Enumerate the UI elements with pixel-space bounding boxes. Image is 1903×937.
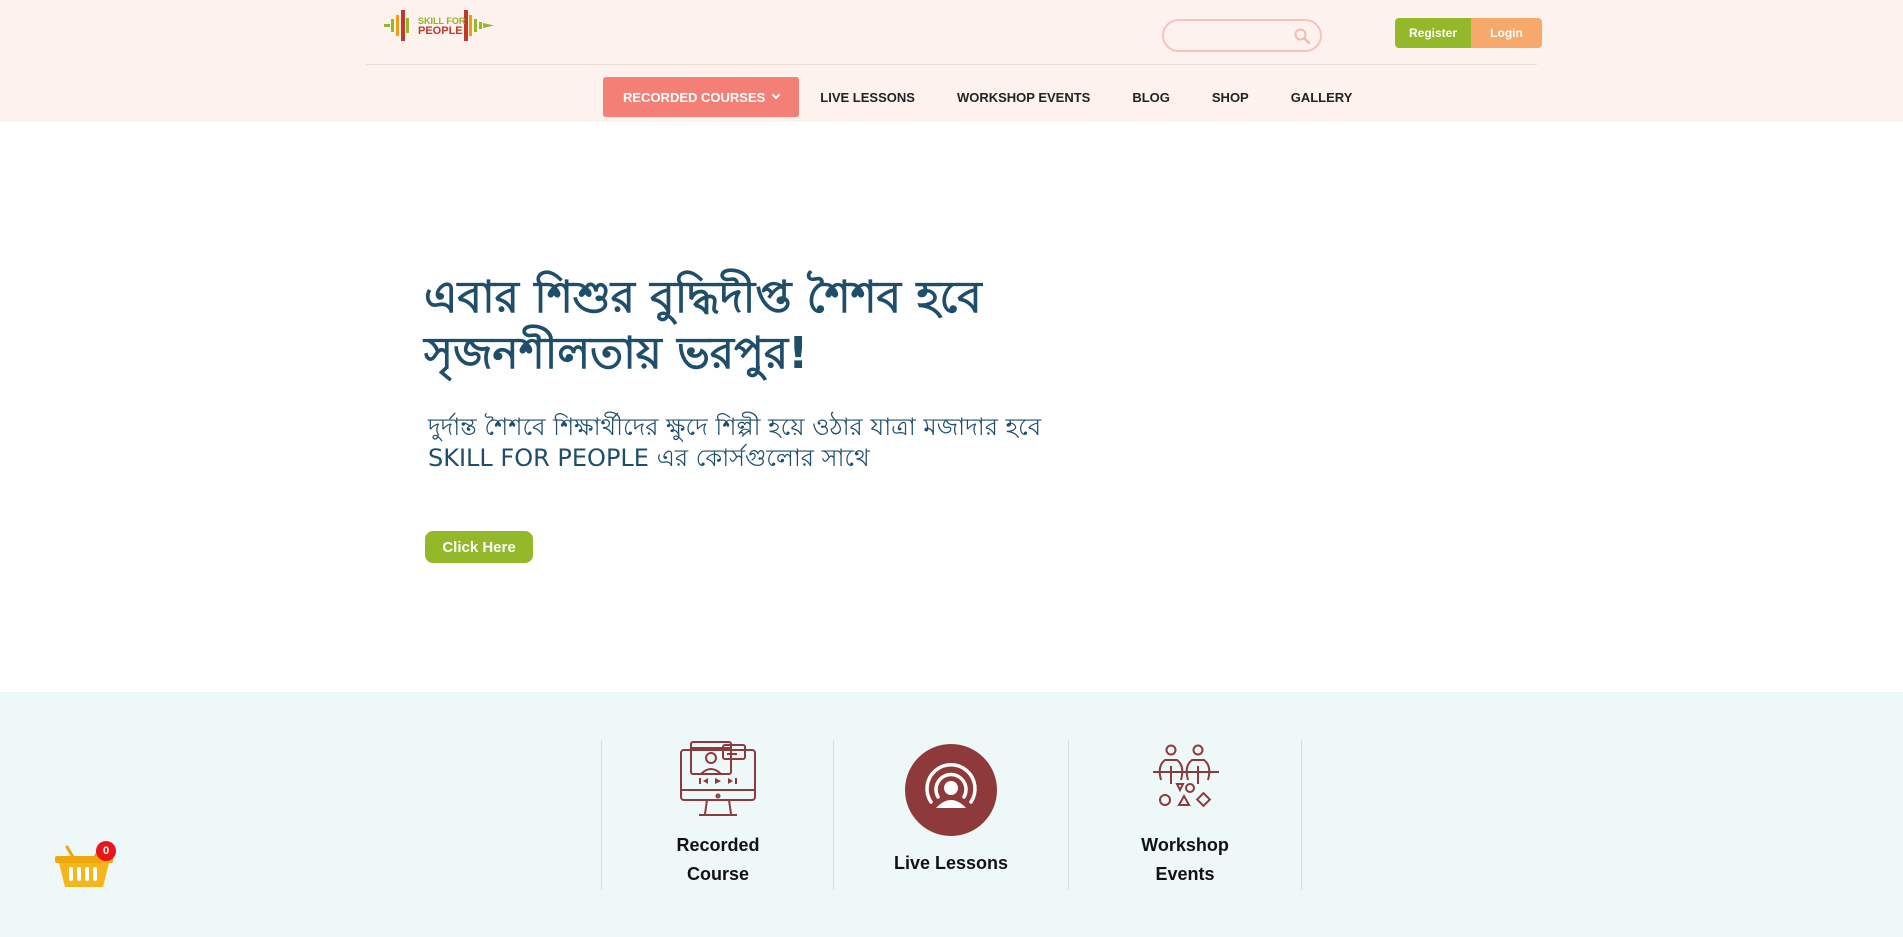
- chevron-down-icon: [772, 90, 781, 100]
- login-button[interactable]: Login: [1471, 18, 1542, 48]
- nav-item-shop[interactable]: SHOP: [1191, 77, 1270, 117]
- nav-item-recorded-courses[interactable]: RECORDED COURSES: [603, 77, 800, 117]
- site-logo[interactable]: SKILL FOR PEOPLE: [384, 6, 500, 46]
- nav-item-gallery[interactable]: GALLERY: [1270, 77, 1374, 117]
- broadcast-user-icon: [905, 744, 997, 836]
- feature-divider: [1301, 740, 1302, 890]
- feature-label: Recorded Course: [676, 835, 760, 884]
- nav-item-workshop-events[interactable]: WORKSHOP EVENTS: [936, 77, 1111, 117]
- cart-count-badge: 0: [96, 841, 116, 861]
- feature-divider: [833, 740, 834, 890]
- search-input[interactable]: [1162, 19, 1322, 52]
- feature-label: Live Lessons: [893, 853, 1009, 873]
- header-divider: [366, 64, 1537, 65]
- logo-wordmark: SKILL FOR PEOPLE: [418, 16, 465, 37]
- click-here-button[interactable]: Click Here: [425, 531, 533, 563]
- nav-item-live-lessons[interactable]: LIVE LESSONS: [799, 77, 936, 117]
- hero-subtitle: দুর্দান্ত শৈশবে শিক্ষার্থীদের ক্ষুদে শিল…: [428, 413, 1042, 472]
- main-nav: RECORDED COURSES LIVE LESSONS WORKSHOP E…: [603, 77, 1373, 117]
- hero-title: এবার শিশুর বুদ্ধিদীপ্ত শৈশব হবে সৃজনশীলত…: [424, 272, 982, 379]
- search-icon[interactable]: [1294, 28, 1310, 44]
- hero-section: এবার শিশুর বুদ্ধিদীপ্ত শৈশব হবে সৃজনশীলত…: [424, 270, 1124, 474]
- nav-item-blog[interactable]: BLOG: [1111, 77, 1191, 117]
- register-button[interactable]: Register: [1395, 18, 1471, 48]
- feature-divider: [601, 740, 602, 890]
- feature-divider: [1068, 740, 1069, 890]
- site-header: SKILL FOR PEOPLE Register Login RECORDED…: [0, 0, 1903, 122]
- monitor-video-icon: [680, 741, 756, 816]
- feature-label: Workshop Events: [1141, 835, 1229, 884]
- features-section: Recorded Course Live Lessons Workshop Ev…: [0, 692, 1903, 937]
- auth-buttons: Register Login: [1395, 18, 1542, 48]
- nav-item-label: RECORDED COURSES: [623, 89, 766, 105]
- people-shapes-icon: [1153, 744, 1219, 808]
- logo-line2: PEOPLE: [418, 25, 463, 37]
